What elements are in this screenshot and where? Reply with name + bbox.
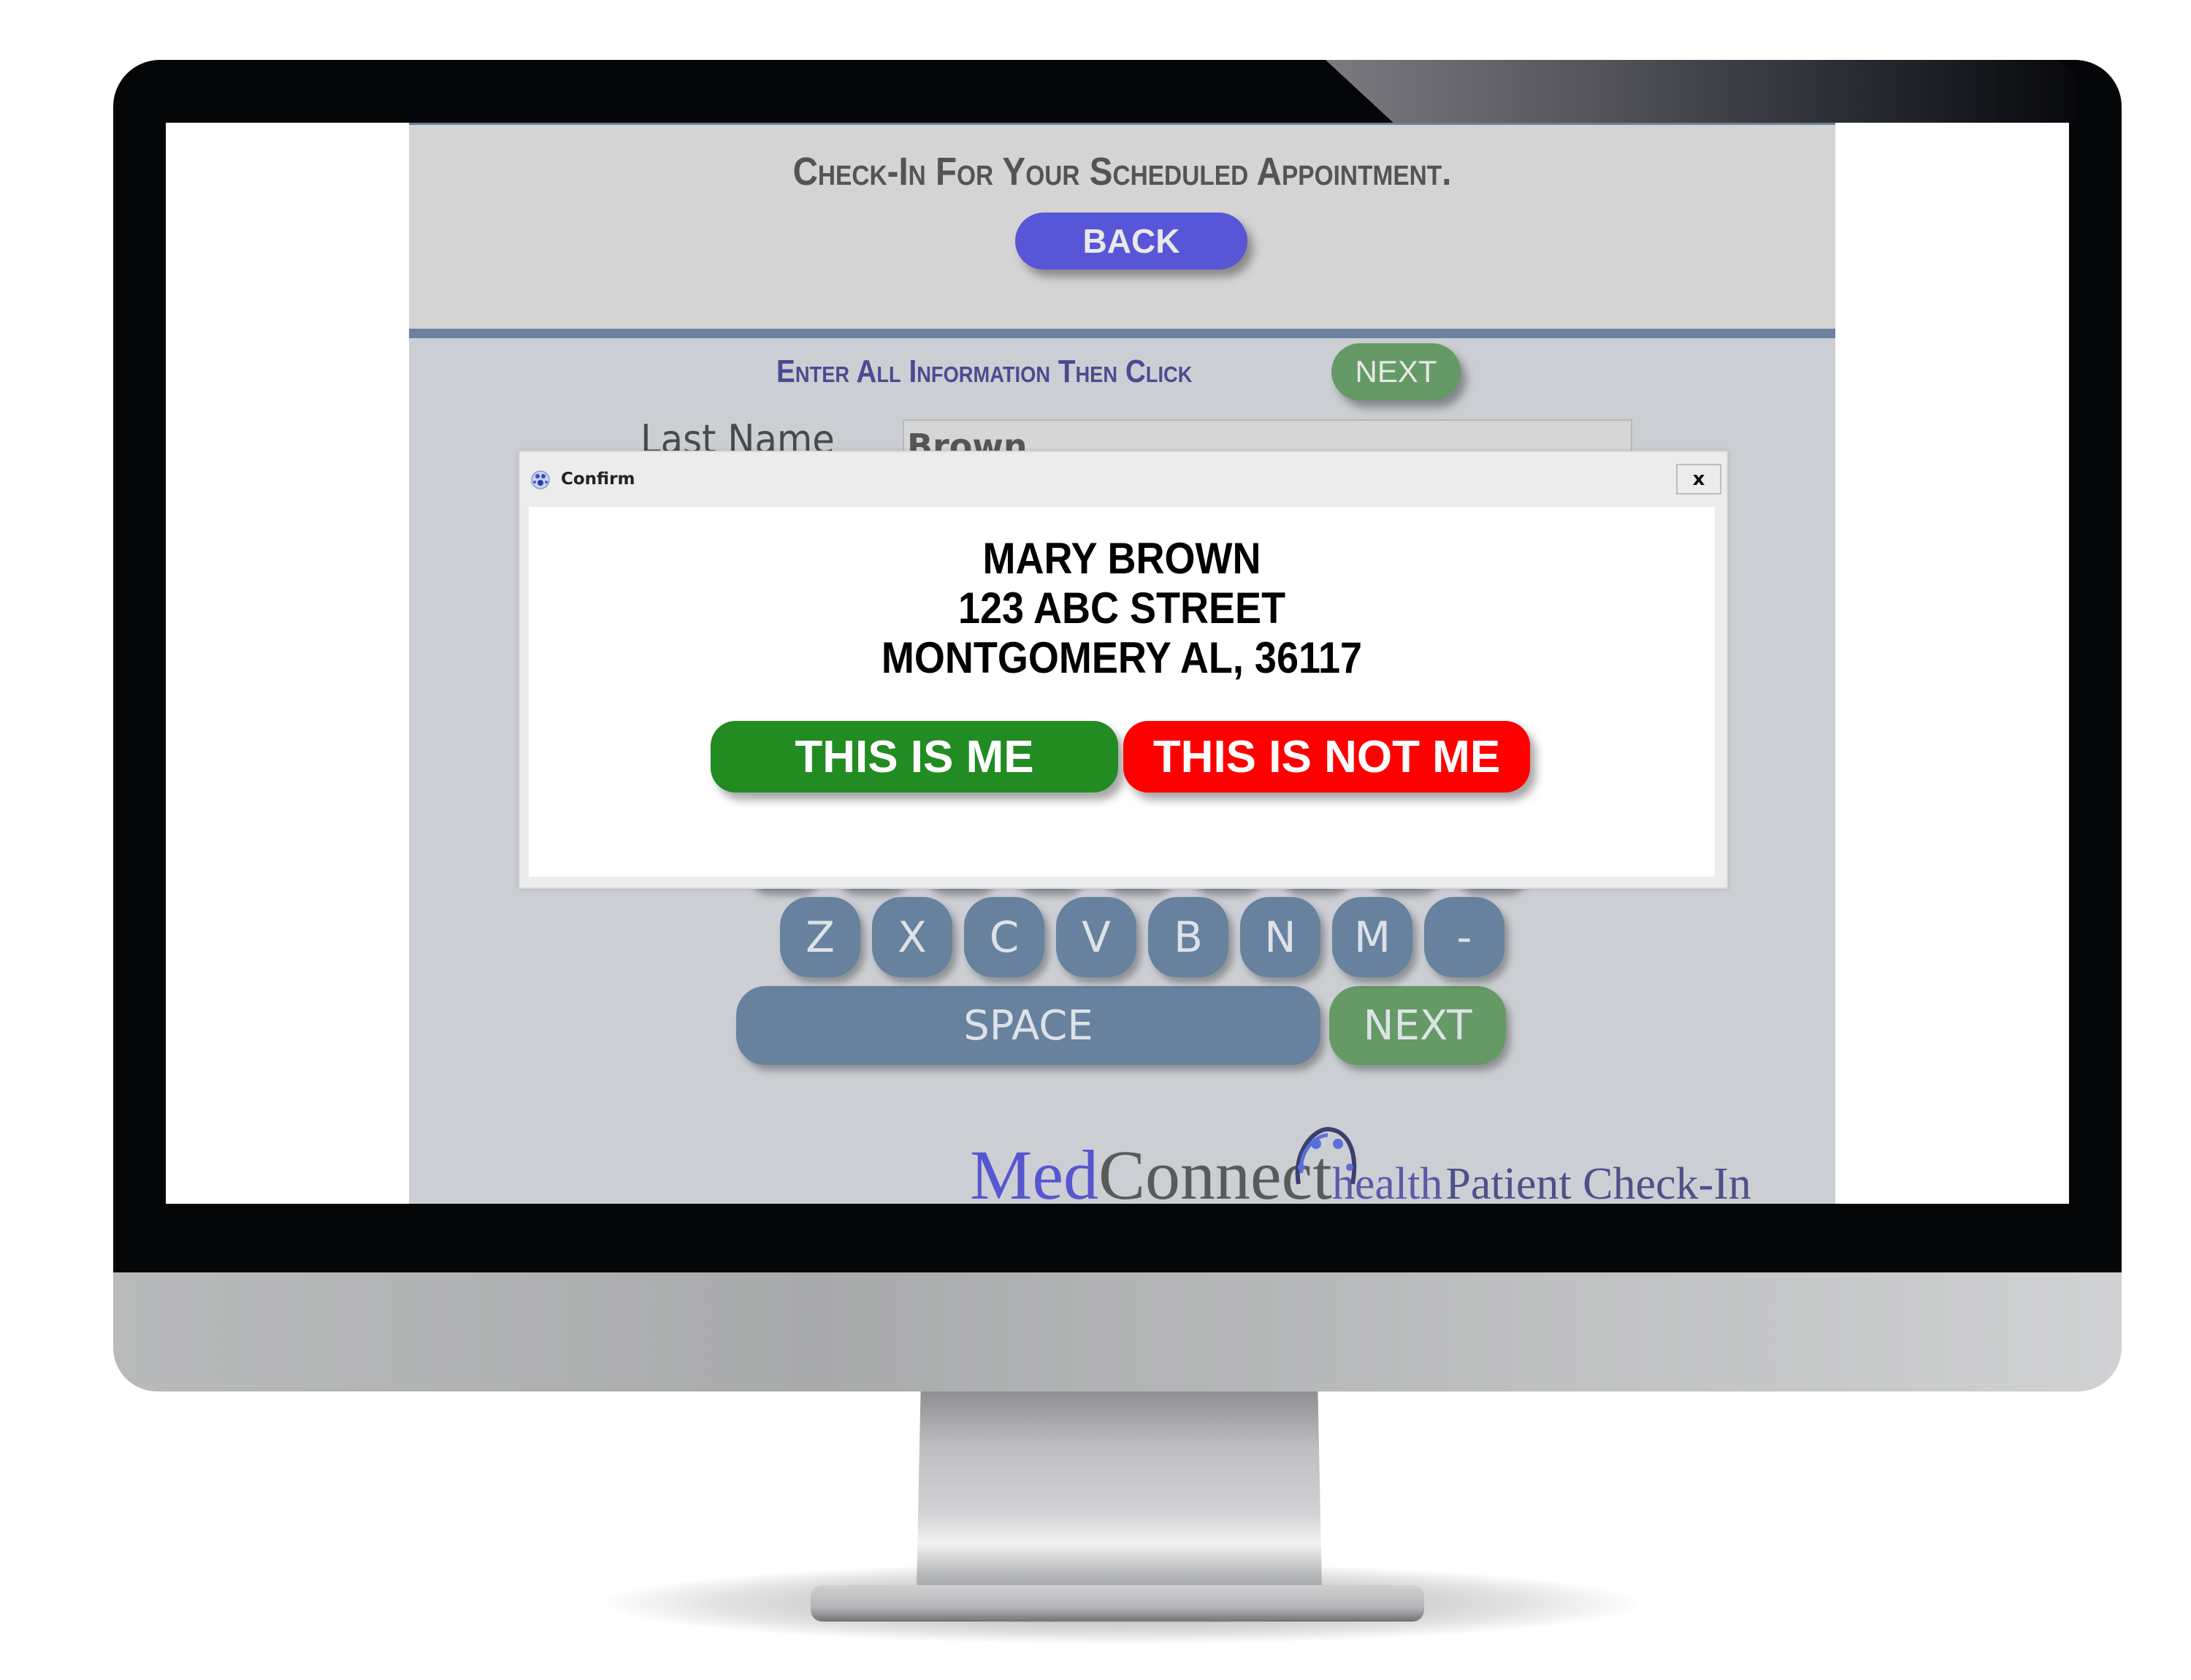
dialog-body: MARY BROWN 123 ABC STREET MONTGOMERY AL,…: [529, 507, 1715, 877]
patient-street: 123 ABC STREET: [957, 584, 1286, 633]
monitor-stand-neck: [917, 1391, 1322, 1614]
logo-med: Med: [970, 1136, 1098, 1204]
next-button-top[interactable]: NEXT: [1331, 343, 1461, 400]
this-is-not-me-button[interactable]: THIS IS NOT ME: [1123, 721, 1530, 793]
next-key[interactable]: NEXT: [1329, 986, 1506, 1065]
key-b[interactable]: B: [1148, 897, 1228, 977]
this-is-me-button[interactable]: THIS IS ME: [711, 721, 1118, 793]
key-c[interactable]: C: [964, 897, 1044, 977]
logo-suffix: Patient Check-In: [1445, 1159, 1751, 1204]
confirm-dialog: Confirm x MARY BROWN 123 ABC STREET MONT…: [519, 451, 1728, 889]
monitor-chin: [113, 1255, 2122, 1391]
patient-city: MONTGOMERY AL, 36117: [881, 633, 1363, 682]
dialog-title: Confirm: [561, 470, 635, 489]
dialog-titlebar[interactable]: Confirm x: [520, 452, 1727, 507]
key-z[interactable]: Z: [780, 897, 860, 977]
instruction-text: Enter All Information Then Click: [776, 354, 1193, 389]
back-button[interactable]: BACK: [1015, 213, 1247, 270]
logo-arch-icon: [1295, 1126, 1357, 1185]
space-key[interactable]: SPACE: [736, 986, 1320, 1065]
monitor-glare: [1326, 60, 2078, 123]
page-title: Check-In For Your Scheduled Appointment.: [792, 150, 1452, 194]
key-m[interactable]: M: [1332, 897, 1412, 977]
key-x[interactable]: X: [872, 897, 952, 977]
app-globe-icon: [531, 470, 550, 489]
instruction-row: Enter All Information Then Click NEXT: [409, 343, 1835, 400]
monitor-stand-base: [811, 1585, 1424, 1622]
patient-name: MARY BROWN: [982, 534, 1261, 583]
close-icon[interactable]: x: [1676, 464, 1721, 495]
monitor-screen: Check-In For Your Scheduled Appointment.…: [166, 123, 2069, 1204]
key-hyphen[interactable]: -: [1424, 897, 1504, 977]
key-v[interactable]: V: [1056, 897, 1136, 977]
key-n[interactable]: N: [1240, 897, 1320, 977]
section-divider: [409, 329, 1835, 338]
